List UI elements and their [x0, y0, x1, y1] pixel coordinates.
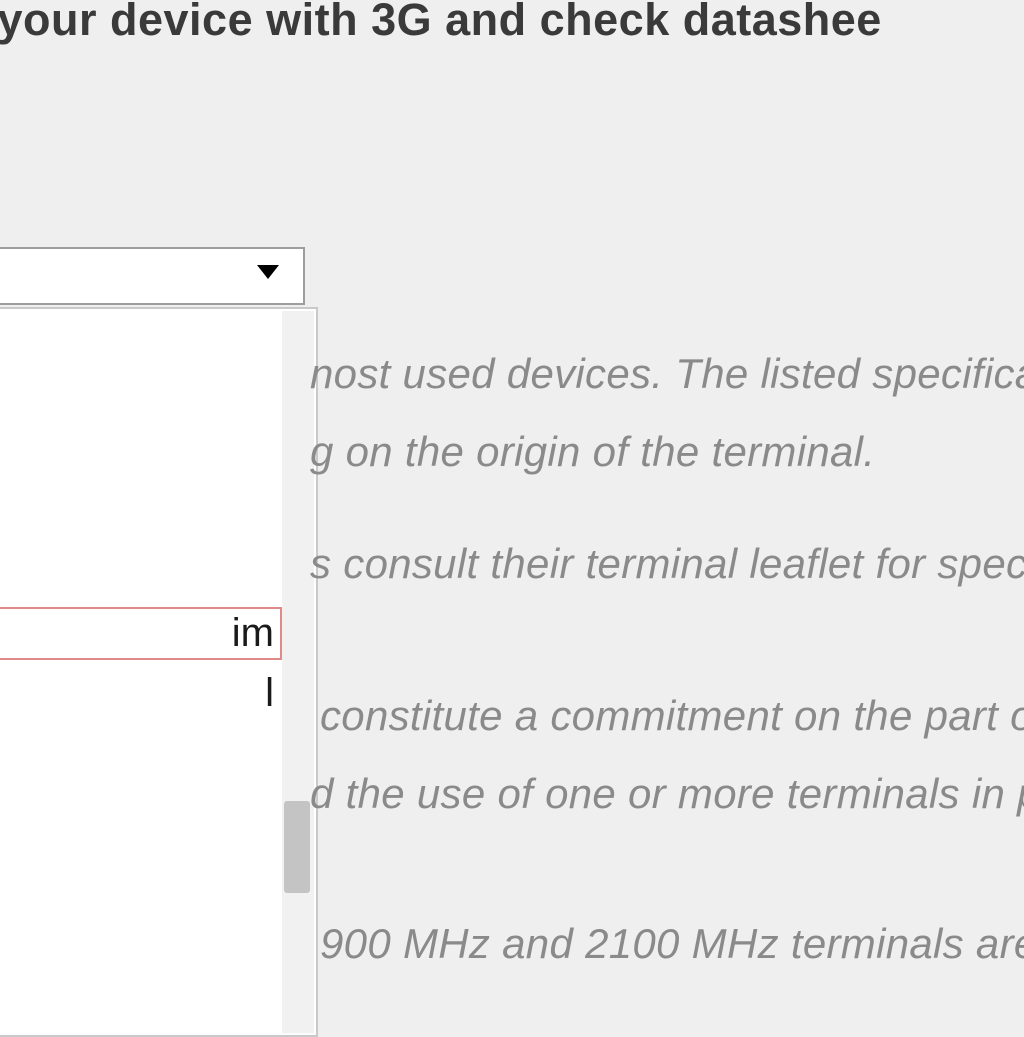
dropdown-scrollbar-thumb[interactable]	[284, 801, 310, 893]
info-line-2: g on the origin of the terminal.	[310, 428, 875, 476]
device-dropdown-list[interactable]: im l	[0, 307, 318, 1037]
device-dropdown[interactable]	[0, 247, 305, 305]
info-line-4: constitute a commitment on the part of t…	[320, 692, 1024, 740]
info-line-5: d the use of one or more terminals in pa…	[310, 770, 1024, 818]
info-line-1: nost used devices. The listed specificat…	[310, 350, 1024, 398]
page-heading: bility of your device with 3G and check …	[0, 0, 1024, 46]
info-line-6: 900 MHz and 2100 MHz terminals are stron	[320, 920, 1024, 968]
dropdown-scrollbar-track[interactable]	[282, 311, 314, 1033]
dropdown-option[interactable]: l	[0, 667, 282, 720]
chevron-down-icon	[257, 265, 279, 279]
info-line-3: s consult their terminal leaflet for spe…	[310, 540, 1024, 588]
dropdown-option-highlighted[interactable]: im	[0, 607, 282, 660]
